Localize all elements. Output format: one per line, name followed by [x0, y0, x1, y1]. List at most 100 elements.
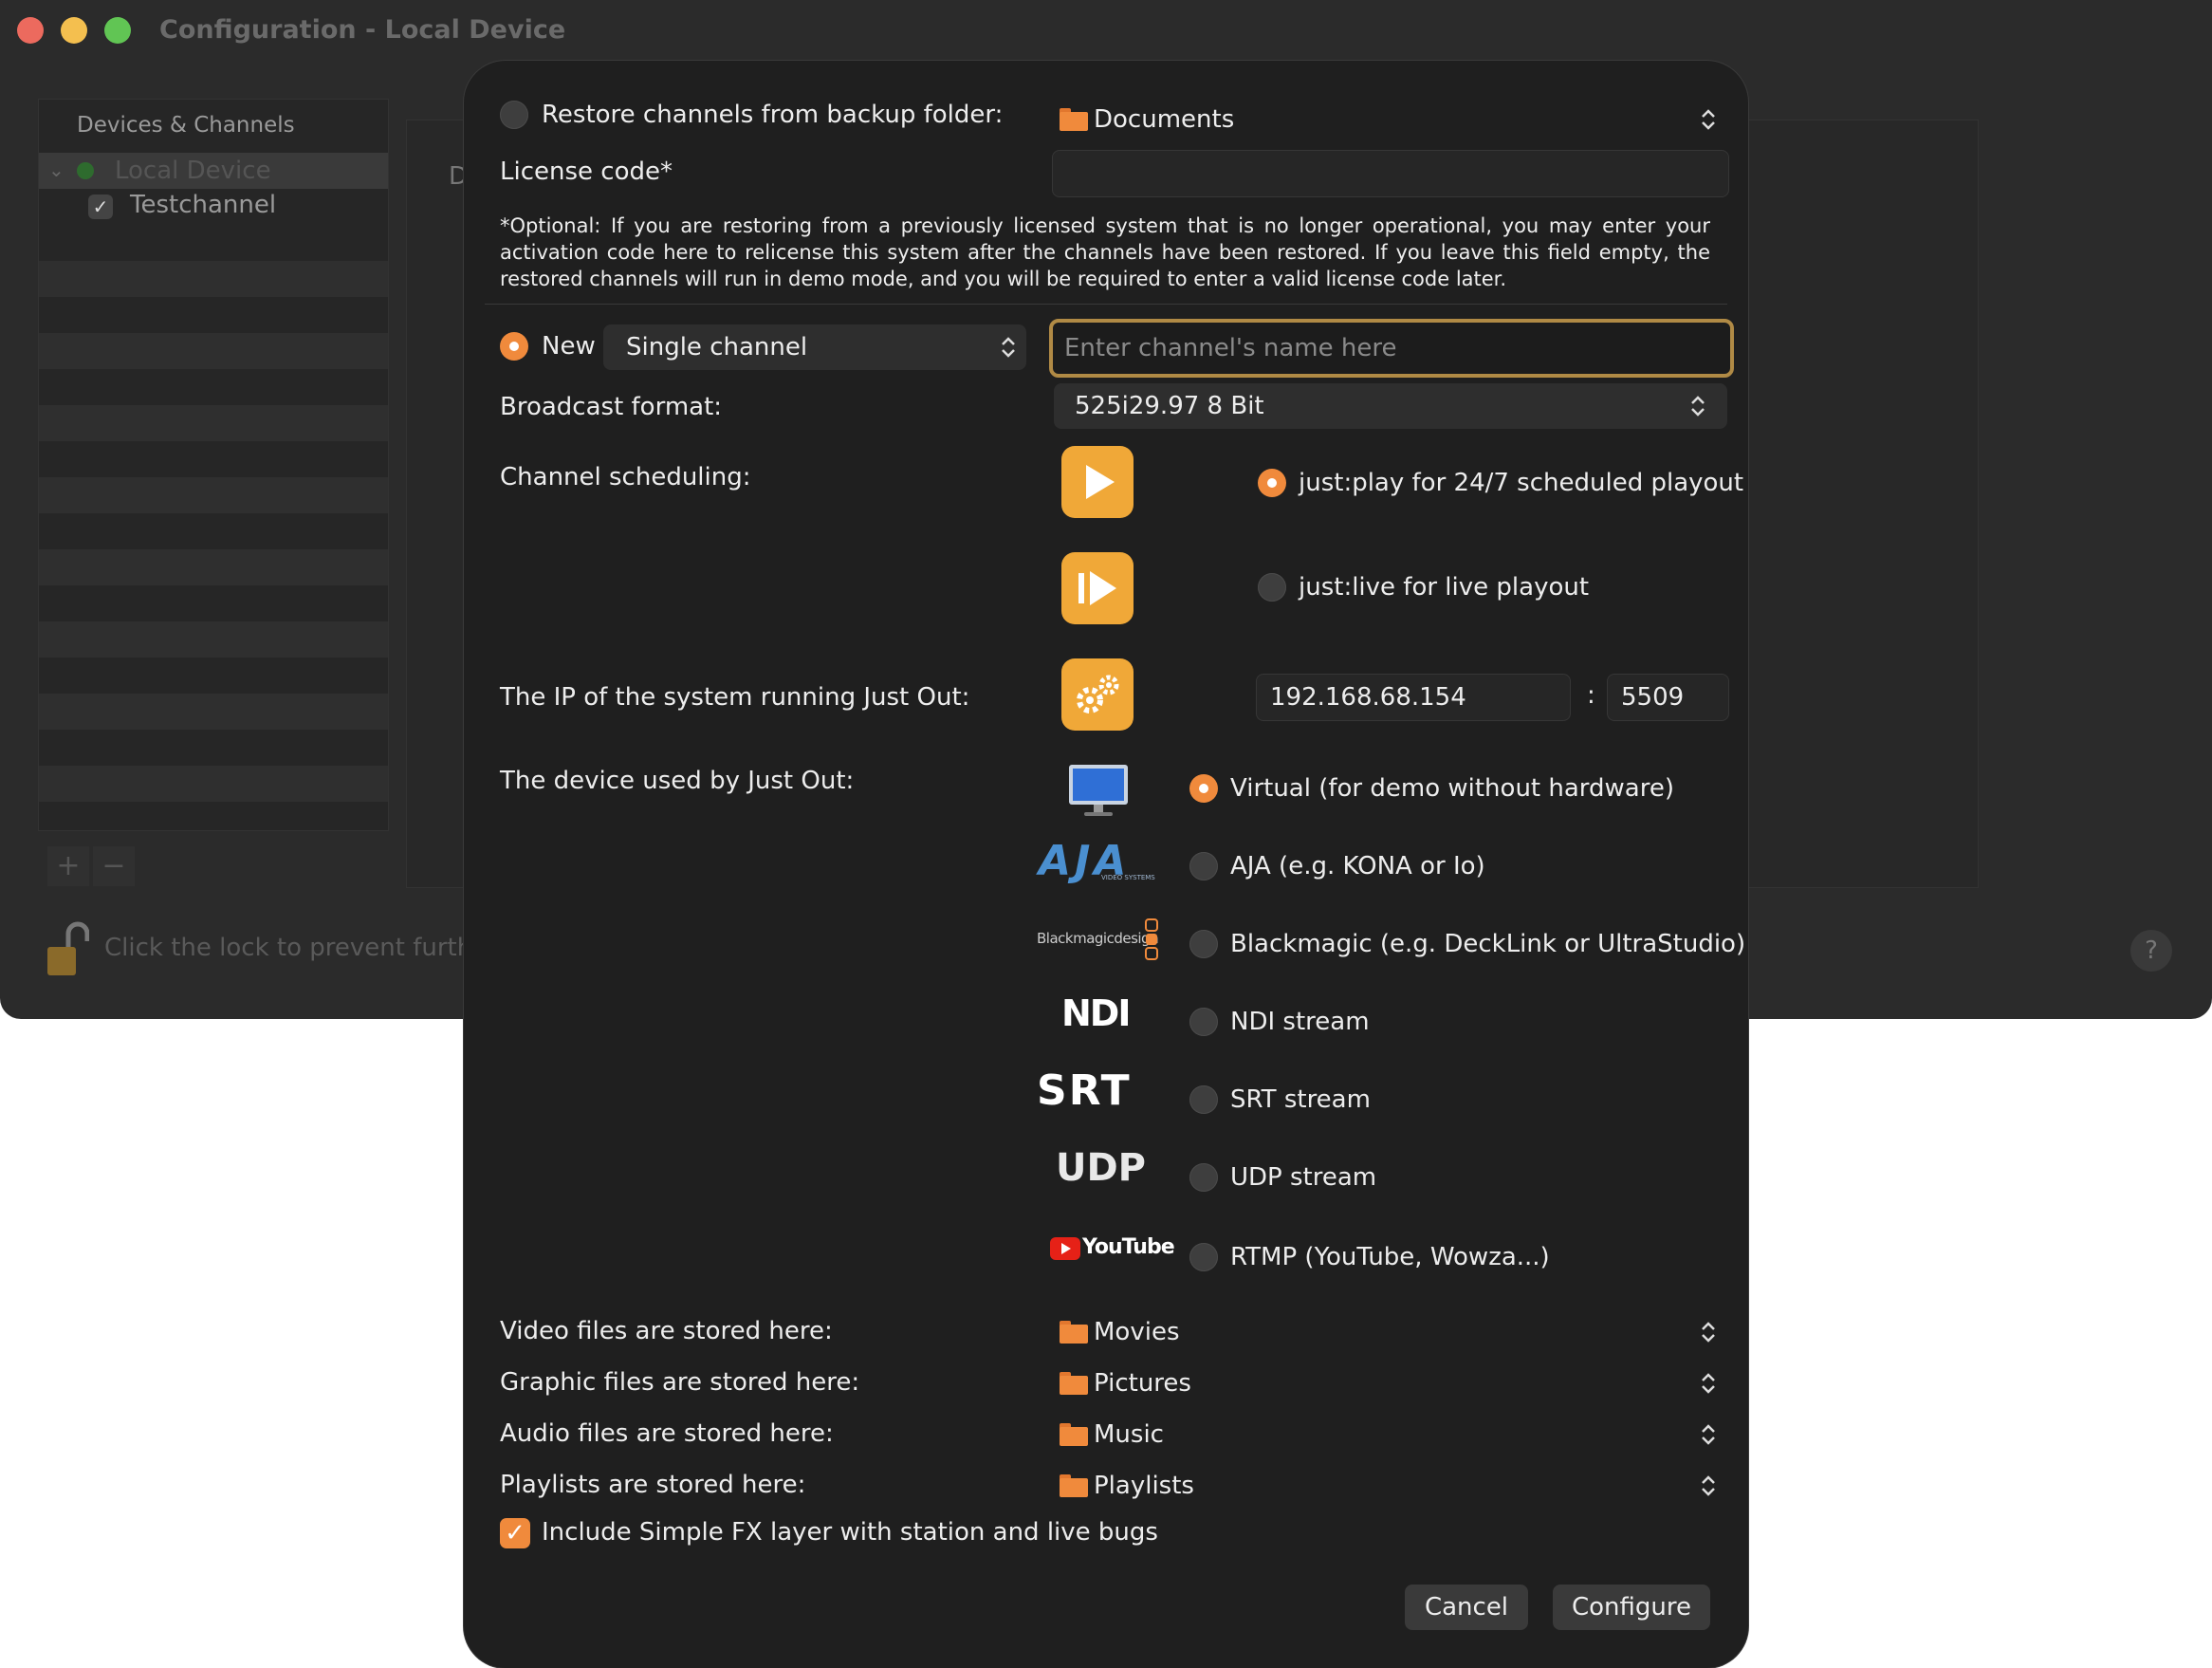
ip-label: The IP of the system running Just Out:	[500, 683, 970, 712]
playlists-folder-value: Playlists	[1094, 1472, 1194, 1500]
list-stripe	[39, 477, 388, 513]
device-rtmp-radio[interactable]	[1189, 1243, 1218, 1271]
device-virtual-label: Virtual (for demo without hardware)	[1230, 774, 1674, 803]
udp-logo: UDP	[1056, 1146, 1146, 1190]
configure-button[interactable]: Configure	[1553, 1585, 1710, 1630]
graphic-folder-value: Pictures	[1094, 1369, 1191, 1398]
list-stripe	[39, 694, 388, 730]
minimize-window-button[interactable]	[61, 17, 87, 44]
list-stripe	[39, 766, 388, 802]
chevron-down-icon[interactable]: ⌄	[48, 158, 65, 181]
list-stripe	[39, 549, 388, 585]
graphic-storage-label: Graphic files are stored here:	[500, 1368, 860, 1397]
cancel-button[interactable]: Cancel	[1405, 1585, 1528, 1630]
help-button[interactable]: ?	[2130, 930, 2172, 972]
list-stripe	[39, 333, 388, 369]
window-title: Configuration - Local Device	[159, 15, 566, 45]
chevron-updown-icon	[1002, 337, 1015, 358]
graphic-folder-popup[interactable]: Pictures	[1060, 1361, 1729, 1406]
list-stripe	[39, 405, 388, 441]
device-blackmagic-radio[interactable]	[1189, 930, 1218, 958]
restore-radio[interactable]	[500, 101, 528, 129]
device-aja-label: AJA (e.g. KONA or Io)	[1230, 852, 1485, 880]
devices-sidebar: Devices & Channels ⌄ Local Device ✓ Test…	[38, 99, 389, 831]
divider	[485, 304, 1727, 305]
device-udp-label: UDP stream	[1230, 1163, 1377, 1192]
device-ndi-radio[interactable]	[1189, 1008, 1218, 1036]
video-storage-label: Video files are stored here:	[500, 1317, 833, 1345]
channel-type-value: Single channel	[626, 333, 808, 361]
channel-name-field[interactable]	[1049, 319, 1734, 378]
simple-fx-checkbox[interactable]: ✓	[500, 1518, 530, 1548]
blackmagic-logo: Blackmagicdesign	[1037, 930, 1159, 947]
chevron-updown-icon	[1702, 1424, 1715, 1445]
folder-icon	[1060, 1423, 1088, 1446]
close-window-button[interactable]	[17, 17, 44, 44]
chevron-updown-icon	[1702, 1475, 1715, 1496]
ip-address-field[interactable]: 192.168.68.154	[1256, 674, 1571, 721]
sidebar-item-testchannel[interactable]: Testchannel	[130, 191, 276, 219]
license-label: License code*	[500, 158, 673, 186]
license-code-field[interactable]	[1052, 150, 1729, 197]
broadcast-format-popup[interactable]: 525i29.97 8 Bit	[1054, 383, 1727, 429]
remove-channel-button[interactable]: −	[93, 846, 135, 886]
playlists-folder-popup[interactable]: Playlists	[1060, 1463, 1729, 1509]
device-virtual-radio[interactable]	[1189, 774, 1218, 803]
folder-icon	[1060, 1321, 1088, 1344]
zoom-window-button[interactable]	[104, 17, 131, 44]
device-label: The device used by Just Out:	[500, 767, 855, 795]
device-ndi-label: NDI stream	[1230, 1008, 1370, 1036]
justlive-app-icon	[1061, 552, 1134, 624]
restore-folder-popup[interactable]: Documents	[1060, 97, 1729, 142]
port-value: 5509	[1621, 683, 1685, 712]
chevron-updown-icon	[1702, 1373, 1715, 1394]
aja-logo-sub: VIDEO SYSTEMS	[1101, 874, 1155, 881]
scheduling-label: Channel scheduling:	[500, 463, 751, 491]
device-label: Local Device	[115, 157, 271, 185]
audio-storage-label: Audio files are stored here:	[500, 1419, 834, 1448]
device-srt-label: SRT stream	[1230, 1085, 1371, 1114]
device-udp-radio[interactable]	[1189, 1163, 1218, 1192]
playlists-storage-label: Playlists are stored here:	[500, 1471, 806, 1499]
license-note: *Optional: If you are restoring from a p…	[500, 214, 1710, 290]
audio-folder-value: Music	[1094, 1420, 1164, 1449]
justout-app-icon	[1061, 658, 1134, 731]
device-aja-radio[interactable]	[1189, 852, 1218, 880]
sidebar-header: Devices & Channels	[77, 113, 295, 138]
folder-icon	[1060, 108, 1088, 131]
restore-folder-value: Documents	[1094, 105, 1235, 134]
device-rtmp-label: RTMP (YouTube, Wowza...)	[1230, 1243, 1550, 1271]
title-bar: Configuration - Local Device	[0, 0, 2212, 61]
restore-label: Restore channels from backup folder:	[542, 101, 1004, 129]
broadcast-format-value: 525i29.97 8 Bit	[1075, 392, 1264, 420]
justlive-label: just:live for live playout	[1299, 573, 1590, 602]
ndi-logo: NDI	[1061, 992, 1131, 1034]
blackmagic-logo-mark	[1145, 918, 1158, 960]
list-stripe	[39, 621, 388, 658]
configuration-sheet: Restore channels from backup folder: Doc…	[464, 61, 1748, 1668]
port-separator: :	[1587, 681, 1595, 710]
lock-icon[interactable]	[46, 920, 89, 977]
justplay-radio[interactable]	[1258, 469, 1286, 497]
channel-checkbox[interactable]: ✓	[88, 195, 113, 219]
device-srt-radio[interactable]	[1189, 1085, 1218, 1114]
new-channel-radio[interactable]	[500, 332, 528, 361]
chevron-updown-icon	[1702, 109, 1715, 130]
folder-icon	[1060, 1372, 1088, 1395]
status-dot-icon	[77, 162, 94, 179]
video-folder-popup[interactable]: Movies	[1060, 1309, 1729, 1355]
channel-type-popup[interactable]: Single channel	[603, 324, 1026, 370]
chevron-updown-icon	[1691, 396, 1705, 417]
channel-name-input[interactable]	[1062, 328, 1711, 368]
simple-fx-label: Include Simple FX layer with station and…	[542, 1518, 1158, 1547]
chevron-updown-icon	[1702, 1322, 1715, 1343]
lock-hint-text: Click the lock to prevent further	[104, 934, 498, 962]
folder-icon	[1060, 1474, 1088, 1497]
justlive-radio[interactable]	[1258, 573, 1286, 602]
monitor-icon	[1069, 765, 1128, 816]
justplay-app-icon	[1061, 446, 1134, 518]
audio-folder-popup[interactable]: Music	[1060, 1412, 1729, 1457]
list-stripe	[39, 261, 388, 297]
port-field[interactable]: 5509	[1607, 674, 1729, 721]
add-channel-button[interactable]: +	[47, 846, 89, 886]
